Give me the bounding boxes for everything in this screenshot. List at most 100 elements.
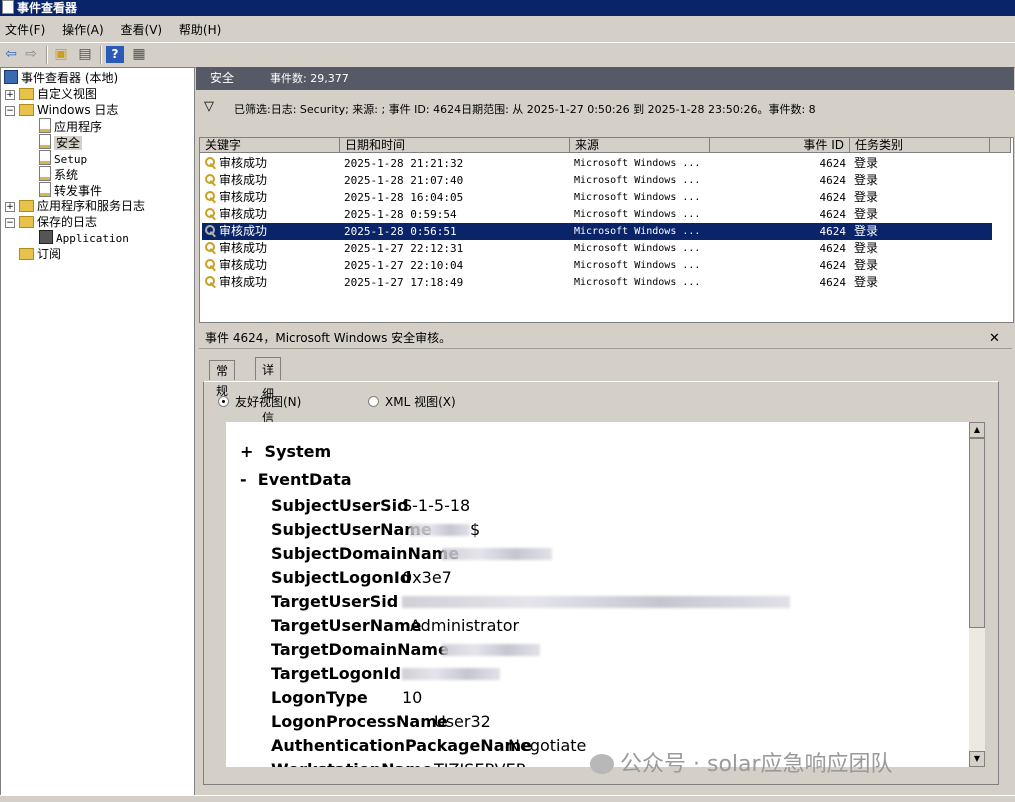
folder-icon: [19, 88, 34, 100]
column-header-datetime[interactable]: 日期和时间: [340, 138, 570, 153]
properties-icon[interactable]: ▦: [130, 46, 148, 63]
close-icon[interactable]: ✕: [989, 331, 1000, 346]
section-system[interactable]: + System: [240, 442, 331, 461]
field-value-wrap: $: [410, 518, 480, 542]
column-header-task-category[interactable]: 任务类别: [850, 138, 990, 153]
collapse-saved-logs[interactable]: −: [5, 218, 15, 228]
scroll-up-icon[interactable]: ▲: [969, 422, 985, 438]
section-eventdata[interactable]: - EventData: [240, 470, 352, 489]
cell-source: Microsoft Windows ...: [574, 209, 701, 220]
tree-item-forwarded-events[interactable]: 转发事件: [39, 182, 102, 198]
cell-task-category: 登录: [854, 241, 879, 255]
event-viewer-app-icon: [2, 0, 14, 14]
cell-datetime: 2025-1-28 0:56:51: [344, 225, 457, 238]
field-value-wrap: TIZISERVER: [434, 758, 527, 767]
table-row[interactable]: 审核成功 2025-1-28 16:04:05 Microsoft Windows …: [202, 189, 992, 206]
menu-view[interactable]: 查看(V): [116, 18, 171, 38]
scroll-thumb[interactable]: [969, 438, 985, 628]
menu-action[interactable]: 操作(A): [57, 18, 112, 38]
friendly-view-radio[interactable]: 友好视图(N): [218, 394, 301, 410]
cell-event-id: 4624: [819, 276, 847, 289]
tab-general[interactable]: 常规: [209, 360, 236, 398]
back-icon[interactable]: ⇦: [2, 46, 20, 63]
xml-view-label: XML 视图(X): [385, 395, 456, 409]
tree-item-app-service-logs[interactable]: 应用程序和服务日志: [19, 198, 145, 214]
table-row[interactable]: 审核成功 2025-1-28 21:21:32 Microsoft Windows …: [202, 155, 992, 172]
column-header-source[interactable]: 来源: [570, 138, 710, 153]
field-name: TargetUserName: [271, 616, 422, 635]
tree-item-label: 安全: [54, 136, 83, 150]
detail-scrollbar[interactable]: ▲ ▼: [969, 422, 985, 767]
xml-view-radio[interactable]: XML 视图(X): [368, 394, 456, 410]
tree-item-setup-log[interactable]: Setup: [39, 150, 87, 166]
log-title: 安全: [210, 71, 235, 85]
scroll-down-icon[interactable]: ▼: [969, 751, 985, 767]
field-value-wrap: [402, 590, 790, 614]
cell-event-id: 4624: [819, 208, 847, 221]
tree-root[interactable]: 事件查看器 (本地): [4, 70, 118, 86]
keyword-text: 审核成功: [219, 275, 268, 289]
field-value: $: [470, 520, 481, 539]
tree-root-label: 事件查看器 (本地): [21, 71, 119, 85]
tree-item-security-log[interactable]: 安全: [39, 134, 83, 150]
keyword-text: 审核成功: [219, 241, 268, 255]
cell-task-category: 登录: [854, 258, 879, 272]
cell-datetime: 2025-1-28 21:21:32: [344, 157, 464, 170]
key-icon: [205, 259, 217, 271]
friendly-view-content: + System - EventData SubjectUserSid S-1-5…: [226, 422, 985, 767]
folder-icon: [19, 200, 34, 212]
field-value-wrap: User32: [434, 710, 491, 734]
cell-keyword: 审核成功: [202, 257, 340, 274]
column-header-filler: [990, 138, 1011, 153]
tree-item-custom-views[interactable]: 自定义视图: [19, 86, 97, 102]
field-name: WorkstationName: [271, 760, 433, 767]
tab-details[interactable]: 详细信息: [255, 357, 282, 449]
field-value-wrap: 10: [402, 686, 422, 710]
event-detail-title: 事件 4624，Microsoft Windows 安全审核。: [205, 331, 452, 345]
window-title: 事件查看器: [17, 1, 78, 15]
tree-item-saved-application[interactable]: Application: [39, 230, 129, 246]
menu-bar: 文件(F) 操作(A) 查看(V) 帮助(H): [0, 18, 1015, 40]
table-row[interactable]: 审核成功 2025-1-28 21:07:40 Microsoft Windows …: [202, 172, 992, 189]
expand-app-service-logs[interactable]: +: [5, 202, 15, 212]
tree-item-system-log[interactable]: 系统: [39, 166, 78, 182]
table-row[interactable]: 审核成功 2025-1-27 17:18:49 Microsoft Windows …: [202, 274, 992, 291]
cell-keyword: 审核成功: [202, 206, 340, 223]
cell-event-id: 4624: [819, 191, 847, 204]
table-row[interactable]: 审核成功 2025-1-28 0:59:54 Microsoft Windows .…: [202, 206, 992, 223]
column-header-event-id[interactable]: 事件 ID: [710, 138, 850, 153]
event-viewer-icon: [4, 70, 18, 84]
cell-event-id: 4624: [819, 157, 847, 170]
tree-item-label: 应用程序: [54, 120, 103, 134]
expand-toggle[interactable]: +: [240, 442, 253, 461]
tree-item-saved-logs[interactable]: 保存的日志: [19, 214, 97, 230]
menu-help[interactable]: 帮助(H): [174, 18, 229, 38]
show-hide-tree-icon[interactable]: ▤: [76, 46, 94, 63]
tree-item-application-log[interactable]: 应用程序: [39, 118, 102, 134]
redacted-value: [410, 524, 470, 536]
field-name: LogonType: [271, 688, 368, 707]
log-icon: [39, 166, 51, 181]
table-row[interactable]: 审核成功 2025-1-28 0:56:51 Microsoft Windows .…: [202, 223, 992, 240]
section-label: EventData: [257, 470, 352, 489]
column-header-keyword[interactable]: 关键字: [200, 138, 340, 153]
table-row[interactable]: 审核成功 2025-1-27 22:10:04 Microsoft Windows …: [202, 257, 992, 274]
menu-file[interactable]: 文件(F): [0, 18, 53, 38]
cell-task-category: 登录: [854, 190, 879, 204]
tree-item-label: 自定义视图: [37, 87, 98, 101]
event-detail-header: 事件 4624，Microsoft Windows 安全审核。: [199, 329, 1012, 349]
field-name: TargetDomainName: [271, 640, 449, 659]
tree-item-subscriptions[interactable]: 订阅: [19, 246, 61, 262]
tree-item-windows-logs[interactable]: Windows 日志: [19, 102, 118, 118]
collapse-windows-logs[interactable]: −: [5, 106, 15, 116]
forward-icon[interactable]: ⇨: [22, 46, 40, 63]
friendly-view-label: 友好视图(N): [235, 395, 302, 409]
tree-item-label: Windows 日志: [37, 103, 119, 117]
cell-keyword: 审核成功: [202, 274, 340, 291]
table-row[interactable]: 审核成功 2025-1-27 22:12:31 Microsoft Windows …: [202, 240, 992, 257]
help-icon[interactable]: ?: [106, 46, 124, 63]
up-folder-icon[interactable]: ▣: [52, 46, 70, 63]
redacted-value: [402, 596, 790, 608]
tree-item-label: Application: [56, 232, 129, 245]
expand-custom-views[interactable]: +: [5, 90, 15, 100]
